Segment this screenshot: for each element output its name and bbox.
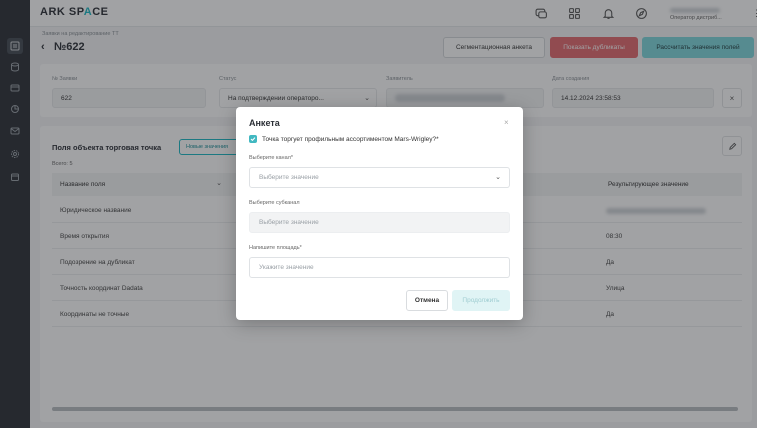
checkmark-icon — [250, 137, 256, 142]
area-input[interactable]: Укажите значение — [249, 257, 510, 278]
continue-button[interactable]: Продолжить — [452, 290, 510, 311]
subchannel-placeholder: Выберите значение — [259, 219, 319, 226]
close-icon[interactable]: × — [504, 118, 509, 127]
channel-placeholder: Выберите значение — [259, 174, 319, 181]
area-placeholder: Укажите значение — [259, 264, 314, 271]
channel-select[interactable]: Выберите значение ⌄ — [249, 167, 510, 188]
modal-title: Анкета — [249, 118, 280, 128]
channel-label: Выберите канал* — [249, 155, 293, 161]
cancel-button[interactable]: Отмена — [406, 290, 448, 311]
app-root: ARK SPACE Оператор дистриб... ⋮ Заявки н… — [0, 0, 757, 428]
assortment-checkbox[interactable] — [249, 135, 257, 143]
assortment-checkbox-label[interactable]: Точка торгует профильным ассортиментом M… — [262, 136, 439, 143]
subchannel-label: Выберите субканал — [249, 200, 300, 206]
subchannel-select: Выберите значение — [249, 212, 510, 233]
area-label: Напишите площадь* — [249, 245, 302, 251]
survey-modal: Анкета × Точка торгует профильным ассорт… — [236, 107, 523, 320]
chevron-down-icon: ⌄ — [495, 174, 501, 181]
